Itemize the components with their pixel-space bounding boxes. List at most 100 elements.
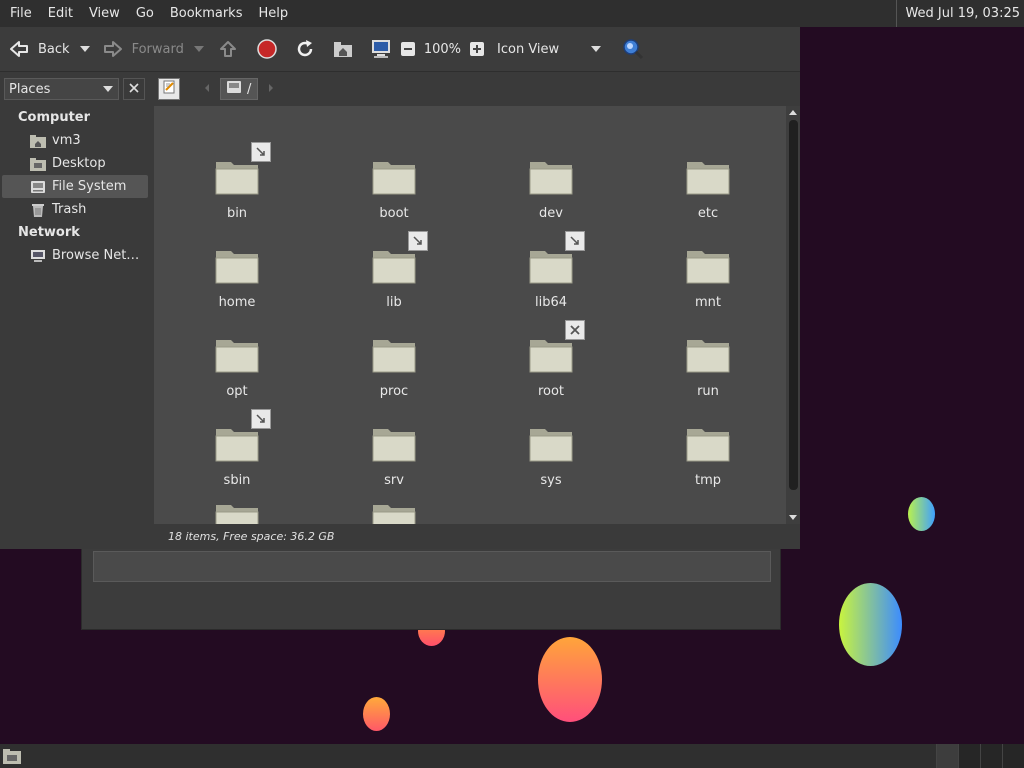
scroll-up-icon[interactable] [789,110,797,115]
workspace-2[interactable] [958,744,980,768]
workspace-4[interactable] [1002,744,1024,768]
view-mode-select[interactable]: Icon View [489,34,602,64]
sidebar-item-desktop[interactable]: Desktop [2,152,148,175]
zoom-in-button[interactable] [469,34,485,64]
back-button[interactable]: Back [8,34,90,64]
path-scroll-right-button[interactable] [264,78,278,100]
forward-history-dropdown-icon[interactable] [193,46,204,52]
back-arrow-icon [8,39,30,59]
folder-name: boot [379,206,409,221]
chevron-left-icon [203,82,211,97]
sidebar-item-vm3[interactable]: vm3 [2,129,148,152]
search-button[interactable] [621,34,645,64]
folder-item[interactable]: boot [334,156,454,236]
sidebar-item-browse-network[interactable]: Browse Net… [2,244,148,267]
reload-icon [294,38,316,60]
computer-icon [370,38,392,60]
folder-item[interactable]: root [491,320,611,414]
network-icon [30,248,46,264]
computer-button[interactable] [370,34,392,64]
scroll-down-icon[interactable] [789,515,797,520]
clock[interactable]: Wed Jul 19, 03:25 [896,0,1020,27]
section-network: Network [18,225,80,240]
show-desktop-button[interactable] [3,748,21,764]
stop-button[interactable] [256,34,278,64]
folder-item[interactable]: sbin [177,409,297,503]
symlink-emblem-icon [565,231,585,251]
section-computer: Computer [18,110,91,125]
menu-file[interactable]: File [2,0,40,27]
folder-item[interactable]: sys [491,423,611,503]
sidebar-item-file-system[interactable]: File System [2,175,148,198]
zoom-out-button[interactable] [400,34,416,64]
sidebar-selector-value: Places [9,81,51,97]
folder-item[interactable]: opt [177,334,297,414]
zoom-in-icon [469,41,485,57]
trash-icon [30,202,46,218]
folder-name: tmp [694,473,721,488]
folder-name: mnt [695,295,721,310]
folder-item[interactable]: home [177,245,297,325]
folder-item[interactable] [334,499,454,524]
sidebar-item-label: Trash [52,202,87,217]
places-tree: Computer vm3 Desktop File System Trash N… [0,106,152,267]
folder-name: home [218,295,256,310]
folder-item[interactable]: srv [334,423,454,503]
folder-name: run [697,384,719,399]
bottom-panel [0,744,1024,768]
sidebar-item-trash[interactable]: Trash [2,198,148,221]
status-bar: 18 items, Free space: 36.2 GB [152,524,800,549]
toggle-location-entry-button[interactable] [158,78,180,100]
folder-item[interactable]: mnt [648,245,768,325]
vertical-scrollbar[interactable] [786,106,800,524]
folder-item[interactable]: dev [491,156,611,236]
home-button[interactable] [332,34,354,64]
sidebar-selector[interactable]: Places [4,78,119,100]
breadcrumb-root[interactable]: / [220,78,259,100]
folder-item[interactable]: lib [334,231,454,325]
up-button[interactable] [218,34,238,64]
menu-view[interactable]: View [81,0,128,27]
forward-label: Forward [131,41,184,57]
folder-name: etc [697,206,719,221]
workspace-3[interactable] [980,744,1002,768]
scroll-thumb[interactable] [789,120,798,490]
menu-edit[interactable]: Edit [40,0,81,27]
toolbar: Back Forward 100% Icon View [0,27,800,72]
workspace-1[interactable] [936,744,958,768]
back-history-dropdown-icon[interactable] [79,46,90,52]
chevron-down-icon [103,86,113,92]
folder-item[interactable]: proc [334,334,454,414]
folder-item[interactable]: tmp [648,423,768,503]
path-scroll-left-button[interactable] [200,78,214,100]
breadcrumb-label: / [247,81,252,97]
menu-help[interactable]: Help [250,0,296,27]
view-mode-value: Icon View [497,41,560,57]
desktop-bubble [908,497,935,531]
folder-name: sys [540,473,562,488]
close-icon [129,82,139,97]
folder-item[interactable] [177,499,297,524]
up-arrow-icon [218,39,238,59]
background-window-field[interactable] [93,551,771,582]
folder-item[interactable]: lib64 [491,231,611,325]
path-bar: / [152,72,800,106]
background-window[interactable] [81,540,781,630]
zoom-out-icon [400,41,416,57]
menu-bookmarks[interactable]: Bookmarks [162,0,251,27]
close-sidebar-button[interactable] [123,78,145,100]
icon-view[interactable]: bin boot dev etc home lib lib64 mnt opt proc root r… [154,106,786,524]
sidebar-header: Places [4,78,148,100]
home-folder-icon [30,133,46,149]
folder-item[interactable]: bin [177,142,297,236]
folder-name: proc [379,384,409,399]
folder-name: lib64 [534,295,568,310]
menu-go[interactable]: Go [128,0,162,27]
reload-button[interactable] [294,34,316,64]
drive-icon [227,81,241,97]
chevron-down-icon [591,46,602,52]
folder-item[interactable]: etc [648,156,768,236]
desktop-bubble [538,637,602,722]
forward-button[interactable]: Forward [102,34,204,64]
folder-item[interactable]: run [648,334,768,414]
